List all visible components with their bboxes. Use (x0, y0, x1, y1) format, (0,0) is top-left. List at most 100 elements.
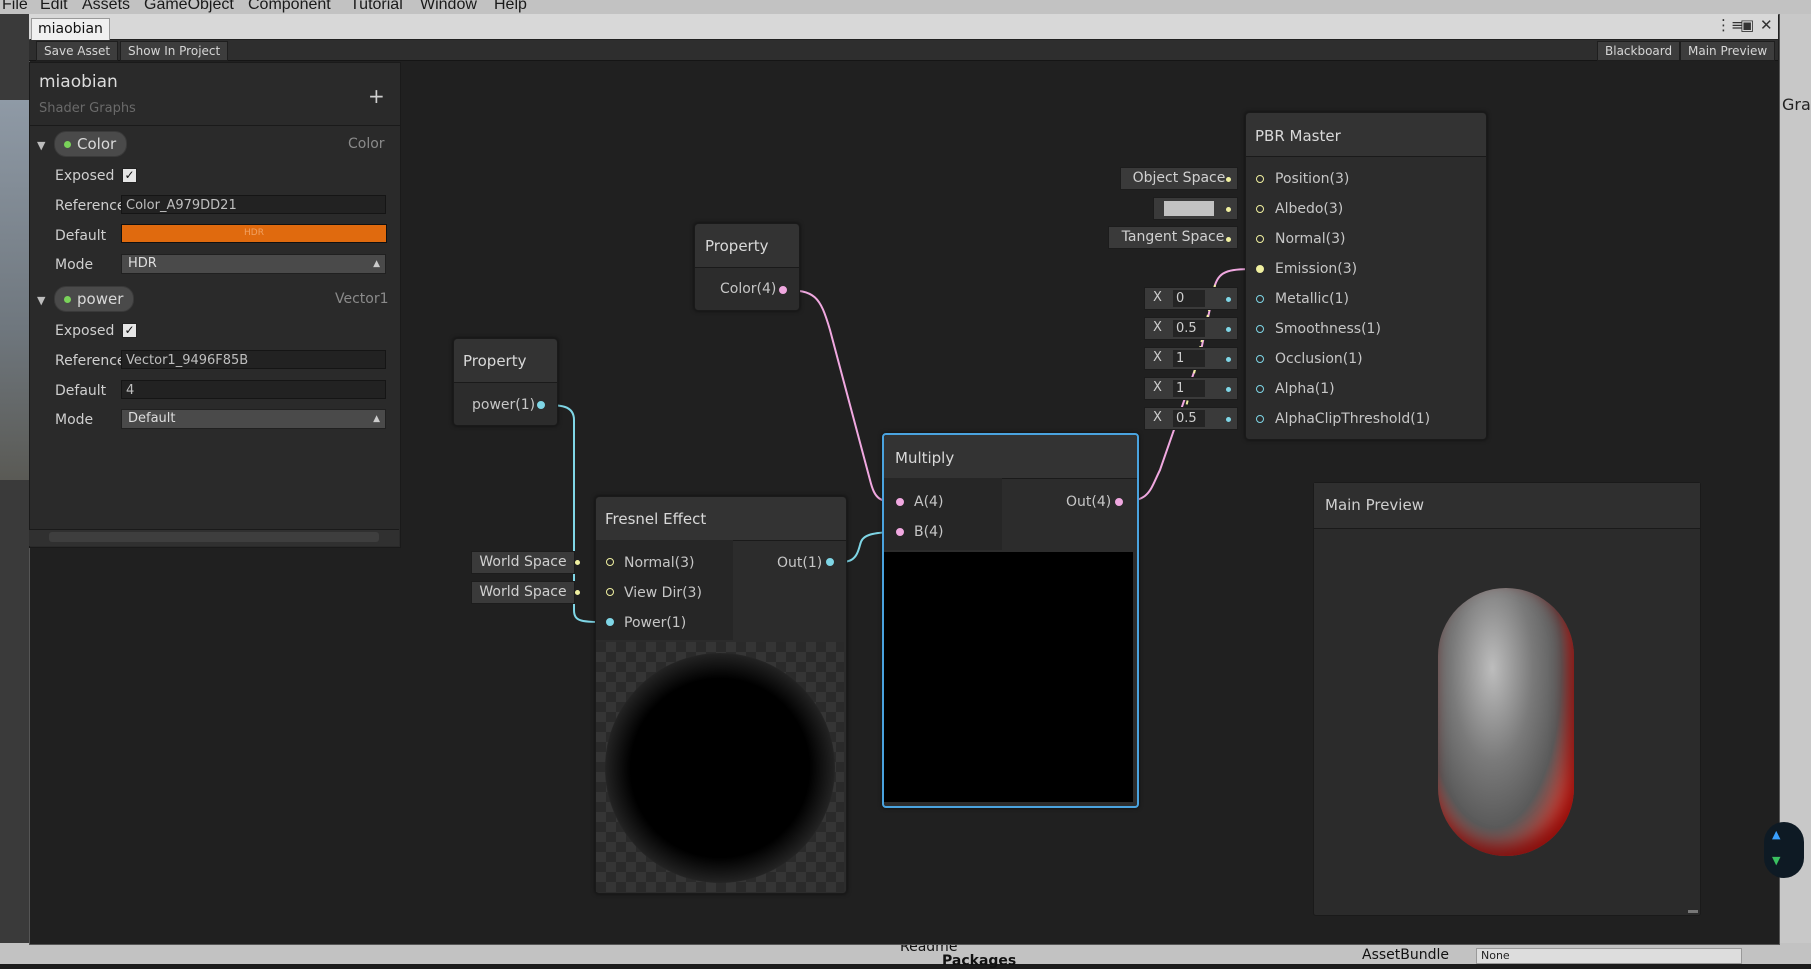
node-title: Multiply (895, 449, 955, 467)
connector-dot-icon (575, 590, 580, 595)
metallic-value[interactable]: 0 (1173, 290, 1205, 307)
port-label: Out(1) (777, 555, 823, 571)
port-label: B(4) (914, 524, 944, 540)
property-pill-color[interactable]: Color (54, 131, 128, 157)
mode-dropdown[interactable]: HDR ▲ (121, 254, 386, 274)
add-property-button[interactable]: + (368, 84, 385, 108)
alpha-clip-value[interactable]: 0.5 (1173, 410, 1205, 427)
port-label: Albedo(3) (1275, 201, 1344, 217)
connector-dot-icon (1226, 237, 1231, 242)
exposed-dot-icon (64, 141, 71, 148)
connector-dot-icon (1226, 297, 1231, 302)
input-port-icon[interactable] (606, 618, 614, 626)
output-port-icon[interactable] (537, 401, 545, 409)
dropdown-arrows-icon: ▲ (373, 259, 380, 269)
input-port-icon[interactable] (1256, 205, 1264, 213)
normal-space-default[interactable]: World Space (471, 551, 575, 574)
multiply-preview (884, 552, 1133, 802)
metallic-default[interactable]: X0 (1144, 287, 1238, 310)
connector-dot-icon (1226, 417, 1231, 422)
input-port-icon[interactable] (1256, 175, 1264, 183)
occlusion-default[interactable]: X1 (1144, 347, 1238, 370)
input-port-icon[interactable] (1256, 265, 1264, 273)
dropdown-arrows-icon: ▲ (373, 414, 380, 424)
output-port-icon[interactable] (1115, 498, 1123, 506)
port-label: Normal(3) (624, 555, 695, 571)
smoothness-default[interactable]: X 0.5 (1144, 317, 1238, 340)
position-space-default[interactable]: Object Space (1120, 167, 1238, 190)
input-port-icon[interactable] (606, 558, 614, 566)
node-title: Property (705, 237, 769, 255)
port-label: Out(4) (1066, 494, 1112, 510)
port-label: Emission(3) (1275, 261, 1358, 277)
arrow-up-icon: ▲ (1772, 828, 1781, 841)
x-label: X (1153, 380, 1162, 395)
stats-widget (1764, 822, 1804, 878)
port-label: Position(3) (1275, 171, 1350, 187)
preview-capsule (1438, 588, 1574, 856)
default-color-swatch[interactable]: HDR (121, 224, 387, 243)
exposed-dot-icon (64, 296, 71, 303)
scrollbar-thumb[interactable] (49, 532, 379, 542)
mode-label: Mode (55, 257, 94, 273)
exposed-label: Exposed (55, 168, 115, 184)
x-label: X (1153, 410, 1162, 425)
chevron-down-icon[interactable]: ▼ (37, 139, 45, 152)
port-label: Smoothness(1) (1275, 321, 1381, 337)
mode-label: Mode (55, 412, 94, 428)
node-title: Property (463, 352, 527, 370)
input-port-icon[interactable] (1256, 385, 1264, 393)
chevron-down-icon[interactable]: ▼ (37, 294, 45, 307)
port-label: Color(4) (720, 281, 777, 297)
viewdir-space-default[interactable]: World Space (471, 581, 575, 604)
albedo-color-swatch[interactable] (1164, 201, 1214, 216)
reference-field[interactable]: Vector1_9496F85B (121, 350, 386, 369)
port-label: A(4) (914, 494, 944, 510)
connector-dot-icon (1226, 357, 1231, 362)
mode-value: Default (128, 411, 176, 426)
main-preview-title: Main Preview (1325, 496, 1424, 514)
input-port-icon[interactable] (1256, 325, 1264, 333)
normal-space-default[interactable]: Tangent Space (1108, 226, 1238, 249)
connector-dot-icon (1226, 327, 1231, 332)
input-port-icon[interactable] (1256, 415, 1264, 423)
alpha-clip-default[interactable]: X 0.5 (1144, 407, 1238, 430)
x-label: X (1153, 290, 1162, 305)
arrow-down-icon: ▼ (1772, 854, 1781, 867)
default-label: Default (55, 383, 107, 399)
mode-dropdown[interactable]: Default ▲ (121, 409, 386, 429)
property-type: Vector1 (335, 291, 389, 307)
mode-value: HDR (128, 256, 157, 271)
alpha-value[interactable]: 1 (1173, 380, 1205, 397)
input-port-icon[interactable] (1256, 295, 1264, 303)
port-label: Power(1) (624, 615, 687, 631)
x-label: X (1153, 320, 1162, 335)
input-port-icon[interactable] (896, 528, 904, 536)
smoothness-value[interactable]: 0.5 (1173, 320, 1205, 337)
resize-handle-icon[interactable] (1688, 910, 1698, 913)
port-label: Metallic(1) (1275, 291, 1349, 307)
input-port-icon[interactable] (606, 588, 614, 596)
exposed-label: Exposed (55, 323, 115, 339)
input-port-icon[interactable] (896, 498, 904, 506)
port-label: Alpha(1) (1275, 381, 1335, 397)
alpha-default[interactable]: X1 (1144, 377, 1238, 400)
occlusion-value[interactable]: 1 (1173, 350, 1205, 367)
blackboard-subtitle: Shader Graphs (39, 101, 136, 116)
fresnel-sphere (605, 653, 835, 883)
property-pill-power[interactable]: power (54, 286, 135, 312)
node-title: PBR Master (1255, 127, 1341, 145)
input-port-icon[interactable] (1256, 235, 1264, 243)
reference-field[interactable]: Color_A979DD21 (121, 195, 386, 214)
output-port-icon[interactable] (826, 558, 834, 566)
reference-label: Reference (55, 353, 126, 369)
port-label: AlphaClipThreshold(1) (1275, 411, 1431, 427)
exposed-checkbox[interactable]: ✓ (122, 323, 137, 338)
blackboard-title: miaobian (39, 72, 118, 92)
port-label: View Dir(3) (624, 585, 702, 601)
exposed-checkbox[interactable]: ✓ (122, 168, 137, 183)
output-port-icon[interactable] (779, 286, 787, 294)
connector-dot-icon (1226, 207, 1231, 212)
default-value-field[interactable]: 4 (121, 380, 386, 399)
input-port-icon[interactable] (1256, 355, 1264, 363)
